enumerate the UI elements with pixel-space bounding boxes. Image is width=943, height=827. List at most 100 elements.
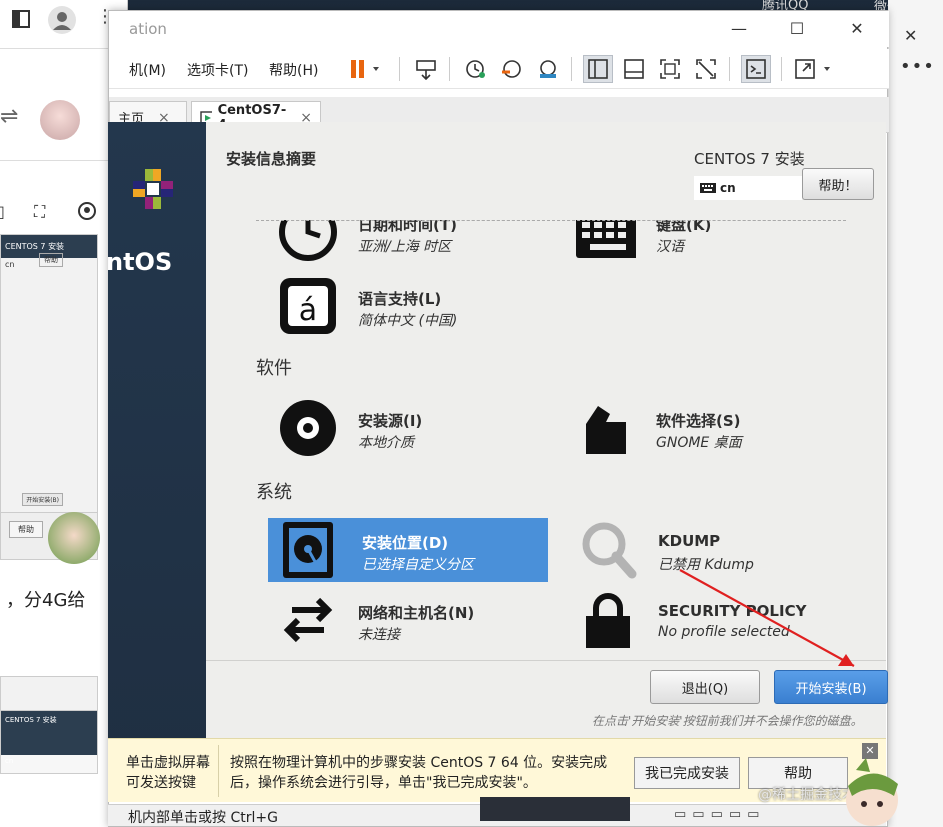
stretch-button[interactable] <box>793 55 839 83</box>
terminal-icon <box>746 59 766 79</box>
status-text: 机内部单击或按 Ctrl+G <box>128 810 278 826</box>
network-send-icon <box>416 60 436 80</box>
network-arrows-icon <box>278 588 338 652</box>
close-icon[interactable]: ✕ <box>904 26 917 45</box>
spoke-software-selection[interactable]: 软件选择(S) GNOME 桌面 <box>576 396 836 460</box>
language-icon: á <box>278 274 338 338</box>
menu-toolbar: 机(M) 选项卡(T) 帮助(H) <box>109 49 889 89</box>
fullscreen-icon[interactable]: ⛶ <box>34 202 45 222</box>
spoke-software-title: 软件选择(S) <box>656 412 741 430</box>
hard-disk-icon <box>278 518 338 582</box>
spoke-install-source[interactable]: 安装源(I) 本地介质 <box>278 396 538 460</box>
fullscreen-button[interactable] <box>655 55 685 83</box>
thumbnail-view-button[interactable] <box>619 55 649 83</box>
centos-sidebar: ntOS <box>108 122 206 762</box>
disc-icon <box>278 396 338 460</box>
scroll-divider-top <box>256 220 846 221</box>
toolbar-separator <box>571 57 572 81</box>
close-button[interactable]: ✕ <box>837 15 877 43</box>
window-title: ation <box>129 20 167 38</box>
spoke-datetime-sub: 亚洲/上海 时区 <box>358 239 452 255</box>
spoke-install-destination[interactable]: 安装位置(D) 已选择自定义分区 <box>268 518 548 582</box>
right-browser-strip: ✕ ••• <box>888 0 943 827</box>
revert-snapshot-button[interactable] <box>497 55 527 83</box>
screenshot-thumbnail-2[interactable]: CENTOS 7 安装 cn <box>0 676 98 774</box>
vm-guest-display[interactable]: ntOS 安装信息摘要 CENTOS 7 安装 cn 帮助！ 日期和时间(T) … <box>108 122 888 762</box>
no-stretch-icon <box>696 59 716 79</box>
spoke-install-source-title: 安装源(I) <box>358 412 423 430</box>
revert-clock-icon <box>502 60 521 78</box>
spoke-kdump-title: KDUMP <box>658 532 721 550</box>
spoke-software-sub: GNOME 桌面 <box>656 435 742 451</box>
unity-button[interactable] <box>691 55 721 83</box>
spoke-network-title: 网络和主机名(N) <box>358 604 475 622</box>
spoke-keyboard-sub: 汉语 <box>656 239 684 255</box>
snapshot-manager-button[interactable] <box>533 55 563 83</box>
spoke-language-sub: 简体中文 (中国) <box>358 313 458 329</box>
section-software: 软件 <box>256 358 292 379</box>
disk-warning-note: 在点击'开始安装'按钮前我们并不会操作您的磁盘。 <box>592 714 863 728</box>
spoke-language[interactable]: á 语言支持(L) 简体中文 (中国) <box>278 274 538 338</box>
snapshot-manager-icon <box>540 60 556 78</box>
scroll-mask <box>206 200 886 220</box>
github-icon[interactable] <box>78 202 96 220</box>
bottom-panel-icon <box>624 59 644 79</box>
device-icons[interactable]: ▭▭▭▭▭ <box>674 807 765 822</box>
notify-hint-line2: 可发送按键 <box>126 775 196 791</box>
spoke-destination-title: 安装位置(D) <box>362 534 449 552</box>
toolbar-separator <box>781 57 782 81</box>
maximize-button[interactable]: ☐ <box>777 15 817 43</box>
menu-vm[interactable]: 机(M) <box>129 60 166 80</box>
centos-logo-text: ntOS <box>108 248 173 276</box>
send-ctrl-alt-del-button[interactable] <box>411 55 441 83</box>
sidebar-toggle-icon[interactable] <box>12 10 30 28</box>
article-text: ，分4G给 <box>6 590 86 611</box>
svg-text:á: á <box>299 293 317 328</box>
pause-icon <box>351 60 379 78</box>
pause-button[interactable] <box>343 55 387 83</box>
more-icon[interactable]: ••• <box>900 56 935 77</box>
keyboard-layout-indicator[interactable]: cn <box>694 176 802 200</box>
screenshot-thumbnail[interactable]: CENTOS 7 安装 cn 帮助 开始安装(B) <box>0 234 98 514</box>
box-icon[interactable]: ▯ <box>0 202 5 221</box>
help-button[interactable]: 帮助！ <box>802 168 874 200</box>
thumb-start: 开始安装(B) <box>22 493 63 506</box>
search-icon <box>578 518 638 582</box>
clock-icon <box>466 60 485 78</box>
installer-product-title: CENTOS 7 安装 <box>694 150 805 168</box>
spoke-destination-sub: 已选择自定义分区 <box>362 557 474 573</box>
menu-tabs[interactable]: 选项卡(T) <box>187 60 248 80</box>
user-avatar[interactable] <box>40 100 80 140</box>
annotation-arrow <box>679 569 855 667</box>
status-bar: 机内部单击或按 Ctrl+G ▭▭▭▭▭ <box>108 797 886 826</box>
page-title: 安装信息摘要 <box>226 150 317 168</box>
thumb-cn2: cn <box>5 757 14 765</box>
keyboard-icon <box>700 183 716 193</box>
toolbar-separator <box>449 57 450 81</box>
spoke-install-source-sub: 本地介质 <box>358 435 414 451</box>
title-bar[interactable]: ation — ☐ ✕ <box>109 11 889 47</box>
toolbar-separator <box>729 57 730 81</box>
spoke-network[interactable]: 网络和主机名(N) 未连接 <box>278 588 538 652</box>
lock-icon <box>578 588 638 652</box>
install-complete-button[interactable]: 我已完成安装 <box>634 757 740 789</box>
section-system: 系统 <box>256 482 292 503</box>
transfer-icon[interactable]: ⇌ <box>0 104 18 129</box>
spoke-language-title: 语言支持(L) <box>358 290 442 308</box>
console-view-button[interactable] <box>741 55 771 83</box>
thumb-help2: 帮助 <box>9 521 43 538</box>
keyboard-layout-label: cn <box>720 181 736 195</box>
mascot-sticker <box>836 756 906 827</box>
status-device-strip <box>480 797 630 821</box>
snapshot-button[interactable] <box>461 55 491 83</box>
menu-help[interactable]: 帮助(H) <box>269 60 318 80</box>
sidebar-view-button[interactable] <box>583 55 613 83</box>
centos-logo-icon <box>133 169 173 209</box>
divider <box>218 745 219 797</box>
mascot-sticker <box>48 512 100 564</box>
thumb-title2: CENTOS 7 安装 <box>1 711 97 755</box>
notify-message-line1: 按照在物理计算机中的步骤安装 CentOS 7 64 位。安装完成 <box>230 755 608 771</box>
package-icon <box>576 396 636 460</box>
minimize-button[interactable]: — <box>719 15 759 43</box>
profile-avatar-icon[interactable] <box>48 6 76 34</box>
